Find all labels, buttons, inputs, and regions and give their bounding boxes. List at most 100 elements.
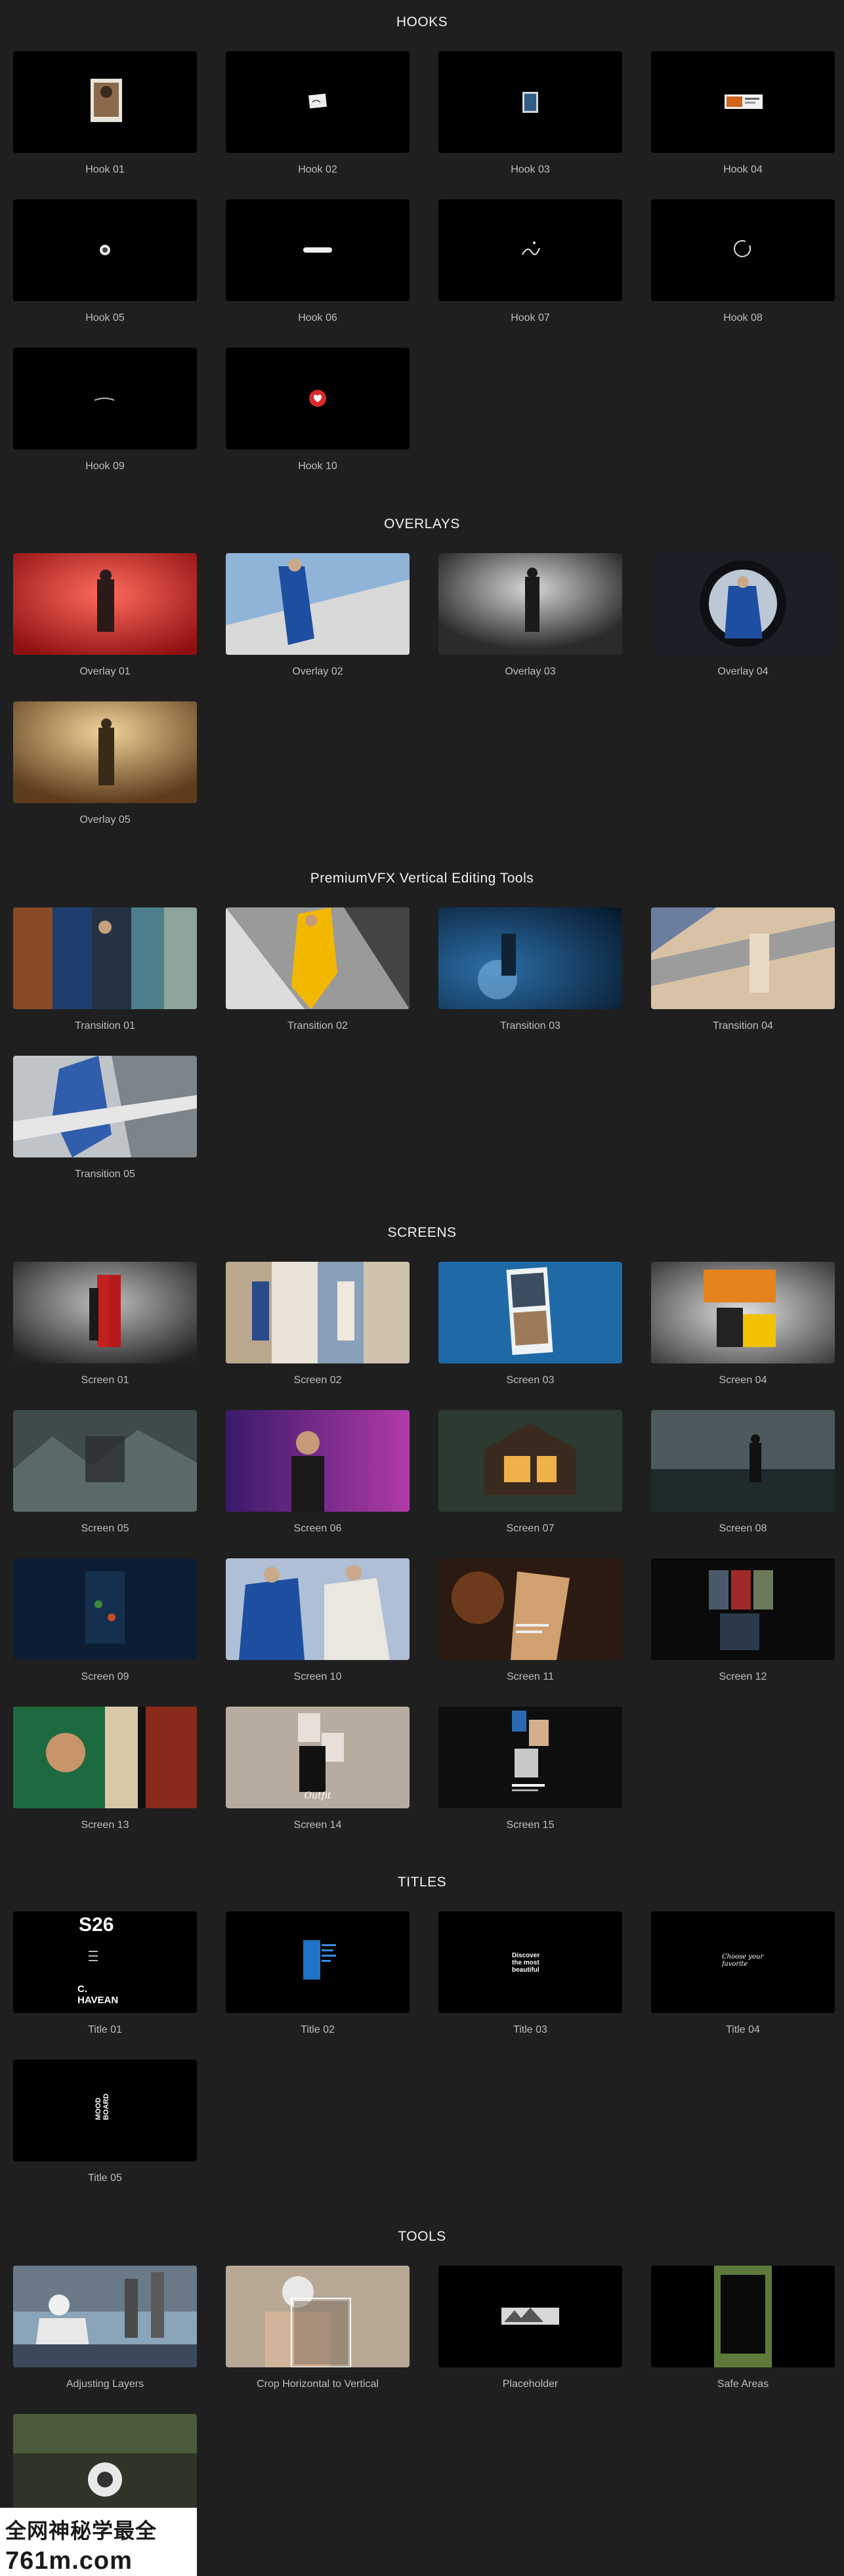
caption-hook-09: Hook 09 [85, 461, 125, 472]
placeholder-preview [438, 2266, 622, 2367]
caption-hook-08: Hook 08 [723, 312, 763, 323]
caption-adjusting-layers: Adjusting Layers [66, 2379, 144, 2390]
screen-14-preview: Outfit [226, 1707, 410, 1808]
caption-title-05: Title 05 [88, 2172, 122, 2184]
transition-01-preview [13, 907, 197, 1009]
caption-screen-13: Screen 13 [81, 1819, 129, 1831]
caption-overlay-01: Overlay 01 [79, 666, 131, 677]
section-title-titles: TITLES [397, 1875, 447, 1890]
screen-03-preview [438, 1262, 622, 1363]
caption-hook-07: Hook 07 [511, 312, 550, 323]
overlay-02-preview [226, 553, 410, 655]
caption-title-01: Title 01 [88, 2024, 122, 2035]
overlay-03-preview [438, 553, 622, 655]
thumbnail-screen-02[interactable]: Screen 02 [226, 1262, 410, 1390]
thumbnail-hook-05[interactable]: Hook 05 [13, 199, 197, 328]
screen-05-preview [13, 1410, 197, 1512]
thumbnail-crop-horizontal-to-vertical[interactable]: Crop Horizontal to Vertical [226, 2266, 410, 2394]
caption-screen-15: Screen 15 [506, 1819, 555, 1831]
hook-08-preview [651, 199, 835, 301]
caption-screen-03: Screen 03 [506, 1375, 555, 1386]
thumbnail-hook-01[interactable]: Hook 01 [13, 51, 197, 180]
thumbnail-transition-01[interactable]: Transition 01 [13, 907, 197, 1036]
thumbnail-title-01[interactable]: S26 C. HAVEAN Title 01 [13, 1911, 197, 2040]
caption-overlay-04: Overlay 04 [717, 666, 769, 677]
thumbnail-overlay-02[interactable]: Overlay 02 [226, 553, 410, 682]
caption-crop-horizontal-to-vertical: Crop Horizontal to Vertical [257, 2379, 379, 2390]
caption-screen-01: Screen 01 [81, 1375, 129, 1386]
thumbnail-screen-15[interactable]: Screen 15 [438, 1707, 622, 1835]
thumbnail-title-02[interactable]: Title 02 [226, 1911, 410, 2040]
screen-02-preview [226, 1262, 410, 1363]
thumbnail-transition-03[interactable]: Transition 03 [438, 907, 622, 1036]
safe-areas-preview [651, 2266, 835, 2367]
title-04-text: Choose your favorite [722, 1953, 764, 1968]
title-03-preview: Discover the most beautiful [438, 1911, 622, 2013]
caption-hook-06: Hook 06 [298, 312, 337, 323]
thumbnail-screen-14[interactable]: Outfit Screen 14 [226, 1707, 410, 1835]
title-04-preview: Choose your favorite [651, 1911, 835, 2013]
thumbnail-placeholder[interactable]: Placeholder [438, 2266, 622, 2394]
caption-transition-01: Transition 01 [75, 1020, 135, 1031]
section-title-hooks: HOOKS [396, 14, 448, 30]
title-01-big-text: S26 [79, 1914, 114, 1936]
screen-15-preview [438, 1707, 622, 1808]
thumbnail-hook-08[interactable]: Hook 08 [651, 199, 835, 328]
hook-03-preview [438, 51, 622, 153]
caption-hook-04: Hook 04 [723, 164, 763, 175]
thumbnail-screen-04[interactable]: Screen 04 [651, 1262, 835, 1390]
title-01-preview: S26 C. HAVEAN [13, 1911, 197, 2013]
thumbnail-overlay-04[interactable]: Overlay 04 [651, 553, 835, 682]
watermark-line-2: 761m.com [5, 2547, 133, 2575]
thumbnail-safe-areas[interactable]: Safe Areas [651, 2266, 835, 2394]
caption-screen-11: Screen 11 [507, 1671, 554, 1682]
thumbnail-screen-13[interactable]: Screen 13 [13, 1707, 197, 1835]
caption-title-02: Title 02 [301, 2024, 335, 2035]
thumbnail-hook-03[interactable]: Hook 03 [438, 51, 622, 180]
caption-overlay-05: Overlay 05 [79, 814, 131, 825]
caption-hook-10: Hook 10 [298, 461, 337, 472]
thumbnail-screen-07[interactable]: Screen 07 [438, 1410, 622, 1539]
thumbnail-overlay-01[interactable]: Overlay 01 [13, 553, 197, 682]
thumbnail-transition-05[interactable]: Transition 05 [13, 1056, 197, 1184]
thumbnail-title-05[interactable]: MOOD BOARD Title 05 [13, 2060, 197, 2188]
thumbnail-title-04[interactable]: Choose your favorite Title 04 [651, 1911, 835, 2040]
thumbnail-transition-04[interactable]: Transition 04 [651, 907, 835, 1036]
title-03-text: Discover the most beautiful [512, 1952, 540, 1974]
thumbnail-screen-06[interactable]: Screen 06 [226, 1410, 410, 1539]
transition-03-preview [438, 907, 622, 1009]
thumbnail-screen-03[interactable]: Screen 03 [438, 1262, 622, 1390]
screen-10-preview [226, 1558, 410, 1660]
thumbnail-overlay-05[interactable]: Overlay 05 [13, 701, 197, 830]
screen-06-preview [226, 1410, 410, 1512]
section-title-screens: SCREENS [387, 1225, 457, 1240]
screen-09-preview [13, 1558, 197, 1660]
caption-hook-01: Hook 01 [85, 164, 125, 175]
thumbnail-screen-12[interactable]: Screen 12 [651, 1558, 835, 1687]
thumbnail-overlay-03[interactable]: Overlay 03 [438, 553, 622, 682]
thumbnail-adjusting-layers[interactable]: Adjusting Layers [13, 2266, 197, 2394]
thumbnail-hook-09[interactable]: Hook 09 [13, 348, 197, 476]
thumbnail-screen-09[interactable]: Screen 09 [13, 1558, 197, 1687]
thumbnail-screen-11[interactable]: Screen 11 [438, 1558, 622, 1687]
thumbnail-title-03[interactable]: Discover the most beautiful Title 03 [438, 1911, 622, 2040]
hook-09-preview [13, 348, 197, 449]
svg-text:Outfit: Outfit [304, 1791, 331, 1801]
overlay-05-preview [13, 701, 197, 803]
thumbnail-hook-04[interactable]: Hook 04 [651, 51, 835, 180]
caption-hook-02: Hook 02 [298, 164, 337, 175]
thumbnail-screen-05[interactable]: Screen 05 [13, 1410, 197, 1539]
screen-13-preview [13, 1707, 197, 1808]
section-title-tools: TOOLS [398, 2229, 446, 2244]
thumbnail-hook-06[interactable]: Hook 06 [226, 199, 410, 328]
thumbnail-screen-08[interactable]: Screen 08 [651, 1410, 835, 1539]
screen-04-preview [651, 1262, 835, 1363]
caption-title-04: Title 04 [726, 2024, 760, 2035]
thumbnail-hook-10[interactable]: Hook 10 [226, 348, 410, 476]
thumbnail-hook-07[interactable]: Hook 07 [438, 199, 622, 328]
thumbnail-hook-02[interactable]: Hook 02 [226, 51, 410, 180]
thumbnail-screen-10[interactable]: Screen 10 [226, 1558, 410, 1687]
thumbnail-screen-01[interactable]: Screen 01 [13, 1262, 197, 1390]
caption-screen-08: Screen 08 [719, 1523, 767, 1534]
thumbnail-transition-02[interactable]: Transition 02 [226, 907, 410, 1036]
